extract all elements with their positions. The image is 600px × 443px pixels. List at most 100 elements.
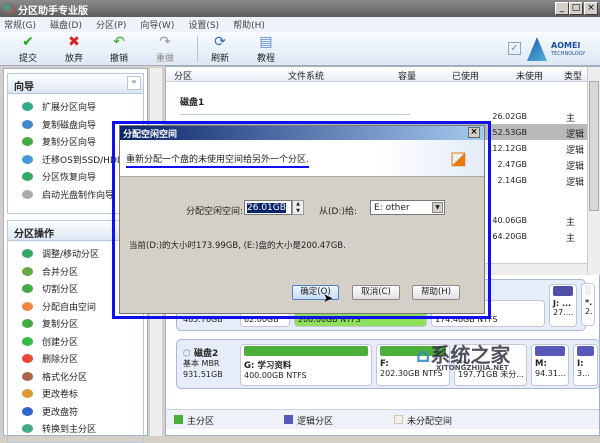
operations-item-label: 切割分区: [42, 285, 79, 296]
operations-item-icon: [22, 406, 33, 416]
wizard-item-label: 复制磁盘向导: [42, 120, 97, 131]
col-type[interactable]: 类型: [564, 69, 582, 82]
operations-item-icon: [22, 284, 33, 294]
col-capacity[interactable]: 容量: [398, 69, 416, 82]
aomei-logo-icon: [527, 37, 547, 61]
disk2-partition[interactable]: G: 学习资料 400.00GB NTFS: [240, 344, 372, 386]
commit-label: 提交: [18, 54, 37, 64]
wizard-item-label: 启动光盘制作向导: [42, 190, 115, 201]
discard-icon: ✖: [68, 34, 80, 50]
disk2-size: 931.51GB: [183, 370, 223, 379]
usage-bar: [244, 346, 368, 356]
menu-disk[interactable]: 磁盘(D): [50, 21, 82, 31]
cancel-button[interactable]: 取消(C): [352, 285, 400, 300]
partition-label: M:: [535, 359, 547, 369]
operations-item-icon: [22, 319, 33, 329]
operations-item[interactable]: 转换到主分区: [8, 420, 143, 438]
menu-help[interactable]: 帮助(H): [233, 21, 265, 31]
partition-info: 400.00GB NTFS: [244, 371, 307, 380]
wizard-item-label: 分区恢复向导: [42, 173, 97, 184]
free-cell: 64.20GB: [492, 232, 527, 241]
operations-item-label: 删除分区: [42, 355, 79, 366]
table-scrollbar[interactable]: [587, 67, 600, 275]
usage-bar: [535, 346, 565, 356]
disk2-partition[interactable]: I: 3...: [573, 344, 598, 386]
app-logo-icon: [3, 3, 15, 14]
maximize-button[interactable]: □: [569, 2, 583, 15]
discard-button[interactable]: ✖ 放弃: [54, 34, 94, 64]
undo-button[interactable]: ↶ 撤销: [99, 34, 139, 64]
book-icon: ▤: [259, 34, 273, 50]
menu-settings[interactable]: 设置(S): [188, 21, 219, 31]
col-used[interactable]: 已使用: [452, 69, 479, 82]
minimize-button[interactable]: _: [555, 2, 569, 15]
free-cell: 26.02GB: [492, 112, 527, 121]
operations-item[interactable]: 创建分区: [8, 333, 143, 351]
type-cell: 主: [566, 114, 576, 124]
operations-item-label: 更改盘符: [42, 407, 79, 418]
operations-title: 分区操作: [14, 229, 54, 240]
wizard-item-icon: [22, 172, 33, 182]
collapse-icon[interactable]: »: [127, 76, 141, 90]
usage-bar: [585, 285, 591, 295]
menu-wizard[interactable]: 向导(W): [140, 21, 174, 31]
redo-label: 重做: [155, 54, 174, 64]
col-free[interactable]: 未使用: [516, 69, 543, 82]
wizard-item[interactable]: 扩展分区向导: [8, 98, 143, 116]
target-partition-select[interactable]: E: other ▼: [370, 200, 445, 215]
partition-label: *.: [585, 298, 593, 307]
type-cell: 主: [566, 218, 576, 228]
undo-icon: ↶: [113, 34, 125, 50]
checkbox-icon[interactable]: ✓: [508, 42, 521, 55]
disk1-partition[interactable]: *. 2.: [581, 283, 595, 326]
operations-item-label: 格式化分区: [42, 372, 88, 383]
wizard-item-icon: [22, 154, 33, 164]
operations-item-label: 复制分区: [42, 320, 79, 331]
tutorial-label: 教程: [256, 54, 275, 64]
col-partition[interactable]: 分区: [174, 69, 192, 82]
legend-primary: 主分区: [187, 417, 215, 427]
chevron-down-icon[interactable]: ▼: [432, 202, 443, 213]
free-cell: 112.12GB: [487, 144, 527, 153]
undo-label: 撤销: [109, 54, 128, 64]
col-filesystem[interactable]: 文件系统: [288, 69, 324, 82]
partition-size: 27....: [553, 308, 574, 317]
alloc-size-input[interactable]: 26.01GB: [244, 200, 292, 215]
operations-item-icon: [22, 371, 33, 381]
operations-item-icon: [22, 266, 33, 276]
refresh-button[interactable]: ⟳ 刷新: [200, 34, 240, 64]
redo-button[interactable]: ↷ 重做: [145, 34, 185, 64]
wizard-item-label: 扩展分区向导: [42, 103, 97, 114]
tutorial-button[interactable]: ▤ 教程: [246, 34, 286, 64]
window-title: 分区助手专业版: [18, 6, 88, 17]
dialog-description: 重新分配一个盘的未使用空间给另外一个分区.: [126, 152, 309, 168]
disk-allocate-icon: ◪: [450, 148, 468, 169]
primary-swatch: [174, 415, 183, 424]
operations-item[interactable]: 删除分区: [8, 350, 143, 368]
operations-item[interactable]: 更改盘符: [8, 403, 143, 421]
disk1-partition[interactable]: J: ... 27....: [549, 284, 577, 327]
help-button[interactable]: 帮助(H): [412, 285, 460, 300]
dialog-close-button[interactable]: ×: [468, 127, 480, 138]
disk2-map: ⬡ 磁盘2 基本 MBR 931.51GB G: 学习资料 400.00GB NT…: [176, 339, 600, 389]
operations-item[interactable]: 更改卷标: [8, 385, 143, 403]
close-button[interactable]: ×: [584, 2, 598, 15]
disk2-partition[interactable]: M: 94.31...: [531, 344, 569, 386]
operations-item[interactable]: 格式化分区: [8, 368, 143, 386]
menu-general[interactable]: 常规(G): [4, 21, 36, 31]
alloc-spinner[interactable]: ▲ ▼: [292, 200, 304, 215]
legend-logical: 逻辑分区: [297, 417, 334, 427]
table-header: 分区 文件系统 容量 已使用 未使用 类型: [166, 67, 587, 82]
partition-info: 3...: [577, 369, 590, 378]
wizard-item-icon: [22, 189, 33, 199]
partition-label: J: ...: [553, 299, 572, 308]
menu-partition[interactable]: 分区(P): [96, 21, 126, 31]
mouse-cursor-icon: ➤: [323, 291, 334, 305]
toolbar-separator: [197, 36, 198, 62]
operations-item-icon: [22, 424, 33, 434]
commit-button[interactable]: ✔ 提交: [8, 34, 48, 64]
unallocated-swatch: [394, 415, 403, 424]
refresh-icon: ⟳: [214, 34, 226, 50]
brand-name: AOMEI: [551, 41, 581, 50]
scroll-thumb[interactable]: [589, 81, 599, 211]
